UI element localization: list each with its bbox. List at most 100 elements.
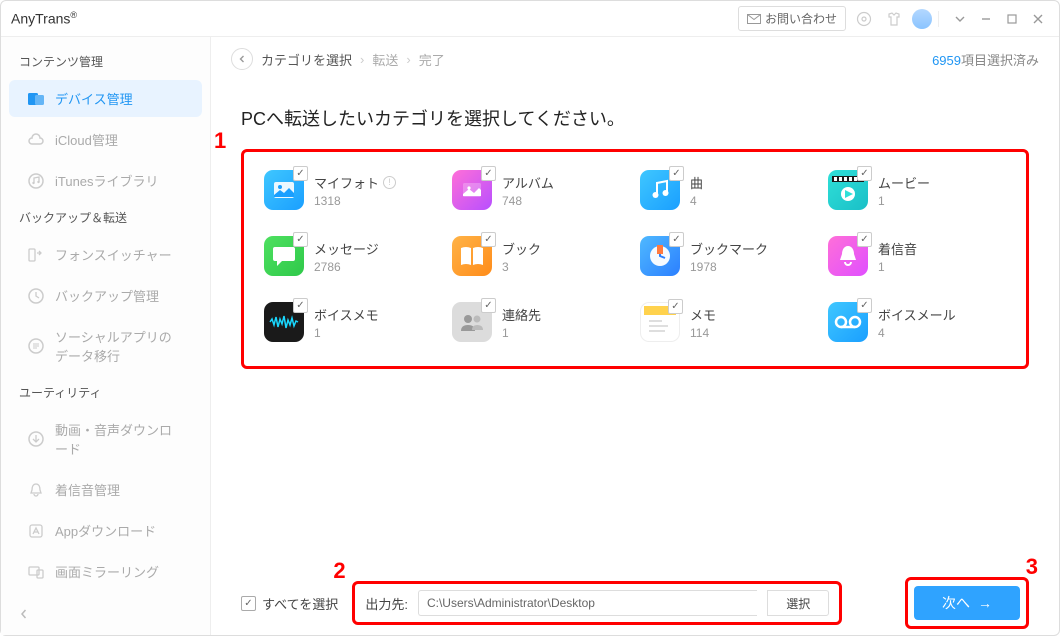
breadcrumb-sep: ›	[406, 52, 410, 67]
sidebar-item-social[interactable]: ソーシャルアプリのデータ移行	[9, 318, 202, 374]
category-icon: ✓	[640, 170, 680, 210]
sidebar-item-appdownload[interactable]: Appダウンロード	[9, 512, 202, 549]
selection-status: 6959項目選択済み	[932, 50, 1039, 69]
category-label: 連絡先	[502, 305, 541, 324]
category-item[interactable]: ✓ボイスメール4	[828, 302, 1006, 342]
check-icon: ✓	[857, 298, 872, 313]
category-icon: ✓	[828, 302, 868, 342]
check-icon: ✓	[293, 298, 308, 313]
mail-icon	[747, 14, 761, 24]
check-icon: ✓	[669, 232, 684, 247]
category-count: 3	[502, 260, 541, 274]
category-item[interactable]: ✓メッセージ2786	[264, 236, 442, 276]
device-icon	[27, 92, 45, 106]
sidebar-item-icloud[interactable]: iCloud管理	[9, 121, 202, 158]
category-label: 着信音	[878, 239, 917, 258]
sidebar-item-backup[interactable]: バックアップ管理	[9, 277, 202, 314]
category-item[interactable]: ✓着信音1	[828, 236, 1006, 276]
category-label: ボイスメール	[878, 305, 956, 324]
category-item[interactable]: ✓ブックマーク1978	[640, 236, 818, 276]
check-icon: ✓	[669, 166, 684, 181]
category-count: 748	[502, 194, 554, 208]
category-item[interactable]: ✓マイフォト!1318	[264, 170, 442, 210]
maximize-button[interactable]	[1001, 8, 1023, 30]
avatar[interactable]	[912, 9, 932, 29]
category-item[interactable]: ✓ボイスメモ1	[264, 302, 442, 342]
choose-output-button[interactable]: 選択	[767, 590, 829, 616]
category-item[interactable]: ✓連絡先1	[452, 302, 630, 342]
breadcrumb-step-2: 転送	[372, 50, 398, 69]
phoneswitcher-icon	[27, 247, 45, 263]
check-icon: ✓	[293, 166, 308, 181]
category-count: 114	[690, 326, 716, 340]
category-item[interactable]: ✓ アルバム 748	[452, 170, 630, 210]
output-annotation: 2 出力先: 選択	[352, 581, 842, 625]
select-all-checkbox[interactable]: ✓ すべてを選択	[241, 594, 338, 613]
sidebar-section-title: コンテンツ管理	[1, 45, 210, 78]
sidebar-section-title: バックアップ＆転送	[1, 201, 210, 234]
breadcrumb: カテゴリを選択 › 転送 › 完了 6959項目選択済み	[211, 37, 1059, 81]
sidebar-item-label: 着信音管理	[55, 480, 120, 499]
next-button[interactable]: 次へ →	[914, 586, 1020, 620]
sidebar-item-download[interactable]: 動画・音声ダウンロード	[9, 411, 202, 467]
next-annotation: 3 次へ →	[905, 577, 1029, 629]
close-button[interactable]	[1027, 8, 1049, 30]
icloud-icon	[27, 133, 45, 147]
content-area: カテゴリを選択 › 転送 › 完了 6959項目選択済み PCへ転送したいカテゴ…	[211, 37, 1059, 635]
category-grid-annotation: 1 ✓マイフォト!1318✓アルバム748✓曲4✓ムービー1✓メッセージ2786…	[241, 149, 1029, 369]
sidebar-item-label: フォンスイッチャー	[55, 245, 172, 264]
category-count: 4	[690, 194, 703, 208]
sidebar-item-label: ソーシャルアプリのデータ移行	[55, 327, 184, 365]
sidebar-item-device[interactable]: デバイス管理	[9, 80, 202, 117]
notify-icon[interactable]	[852, 7, 876, 31]
category-icon: ✓	[828, 170, 868, 210]
check-icon: ✓	[481, 232, 496, 247]
shirt-icon[interactable]	[882, 7, 906, 31]
category-icon: ✓	[828, 236, 868, 276]
category-icon: ✓	[640, 302, 680, 342]
output-path-input[interactable]	[418, 590, 757, 616]
ringtonemgr-icon	[27, 481, 45, 499]
category-label: 曲	[690, 173, 703, 192]
category-label: ブックマーク	[690, 239, 768, 258]
contact-button[interactable]: お問い合わせ	[738, 6, 846, 31]
category-icon: ✓	[452, 302, 492, 342]
sidebar-item-itunes[interactable]: iTunesライブラリ	[9, 162, 202, 199]
category-item[interactable]: ✓ムービー1	[828, 170, 1006, 210]
sidebar-item-label: 動画・音声ダウンロード	[55, 420, 184, 458]
category-icon: ✓	[452, 170, 492, 210]
category-count: 1	[878, 194, 930, 208]
category-label: メッセージ	[314, 239, 379, 258]
arrow-right-icon: →	[978, 595, 992, 611]
sidebar-collapse-button[interactable]	[1, 601, 210, 627]
mirror-icon	[27, 564, 45, 580]
check-icon: ✓	[857, 166, 872, 181]
sidebar-item-ringtonemgr[interactable]: 着信音管理	[9, 471, 202, 508]
category-label: メモ	[690, 305, 716, 324]
download-icon	[27, 430, 45, 448]
category-item[interactable]: ✓ブック3	[452, 236, 630, 276]
chevron-down-icon[interactable]	[949, 8, 971, 30]
social-icon	[27, 337, 45, 355]
category-label: アルバム	[502, 173, 554, 192]
category-item[interactable]: ✓ メモ 114	[640, 302, 818, 342]
title-bar: AnyTrans® お問い合わせ	[1, 1, 1059, 37]
info-icon[interactable]: !	[383, 176, 396, 189]
sidebar-section-title: ユーティリティ	[1, 376, 210, 409]
itunes-icon	[27, 172, 45, 190]
footer-bar: ✓ すべてを選択 2 出力先: 選択 3 次へ →	[211, 571, 1059, 635]
separator	[938, 11, 939, 27]
check-icon: ✓	[293, 232, 308, 247]
sidebar-item-phoneswitcher[interactable]: フォンスイッチャー	[9, 236, 202, 273]
category-count: 2786	[314, 260, 379, 274]
category-icon: ✓	[264, 302, 304, 342]
annotation-2: 2	[333, 558, 345, 584]
annotation-3: 3	[1026, 554, 1038, 580]
app-title: AnyTrans®	[11, 10, 77, 27]
breadcrumb-back-button[interactable]	[231, 48, 253, 70]
category-item[interactable]: ✓ 曲 4	[640, 170, 818, 210]
category-count: 1	[314, 326, 379, 340]
sidebar-item-label: 画面ミラーリング	[55, 562, 159, 581]
minimize-button[interactable]	[975, 8, 997, 30]
sidebar-item-mirror[interactable]: 画面ミラーリング	[9, 553, 202, 590]
